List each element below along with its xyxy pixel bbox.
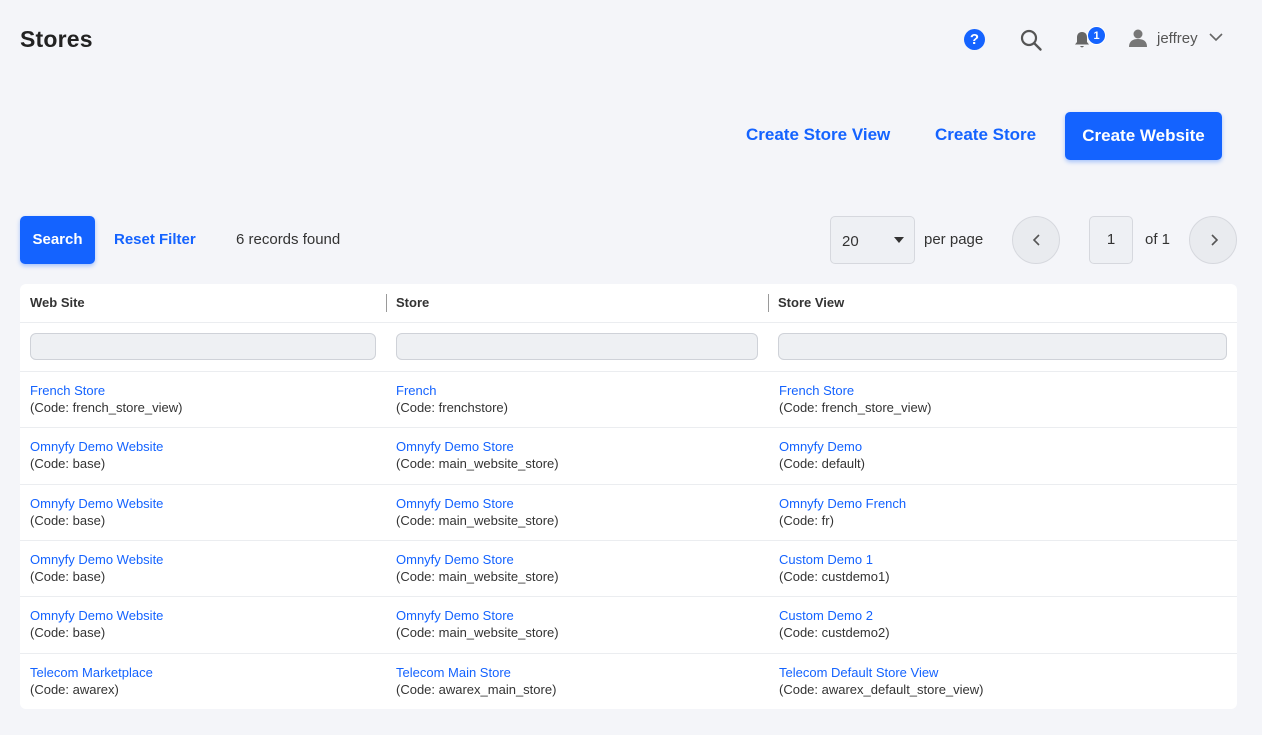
store-link[interactable]: Omnyfy Demo Store xyxy=(396,495,559,512)
store-view-link[interactable]: Omnyfy Demo xyxy=(779,438,865,455)
store-link[interactable]: Omnyfy Demo Store xyxy=(396,438,559,455)
store-view-filter-input[interactable] xyxy=(778,333,1227,360)
store-view-link[interactable]: Omnyfy Demo French xyxy=(779,495,906,512)
notification-badge[interactable]: 1 xyxy=(1087,26,1106,45)
column-divider xyxy=(768,294,769,312)
store-view-code: (Code: awarex_default_store_view) xyxy=(779,682,984,697)
website-code: (Code: base) xyxy=(30,456,106,471)
search-button[interactable]: Search xyxy=(20,216,95,264)
total-pages-label: of 1 xyxy=(1145,231,1171,248)
store-view-code: (Code: fr) xyxy=(779,513,834,528)
dropdown-caret-icon xyxy=(894,237,904,243)
column-divider xyxy=(386,294,387,312)
row-divider xyxy=(20,322,1237,323)
chevron-left-icon xyxy=(1032,234,1040,246)
store-code: (Code: main_website_store) xyxy=(396,513,559,528)
store-link[interactable]: Omnyfy Demo Store xyxy=(396,551,559,568)
table-row: Omnyfy Demo Website (Code: base) Omnyfy D… xyxy=(20,427,1237,483)
website-code: (Code: base) xyxy=(30,569,106,584)
create-store-button[interactable]: Create Store xyxy=(935,125,1036,145)
column-header-store-view[interactable]: Store View xyxy=(778,295,844,310)
store-link[interactable]: Omnyfy Demo Store xyxy=(396,607,559,624)
store-view-code: (Code: custdemo1) xyxy=(779,569,890,584)
create-store-view-button[interactable]: Create Store View xyxy=(746,125,890,145)
create-website-button[interactable]: Create Website xyxy=(1065,112,1222,160)
table-row: Omnyfy Demo Website (Code: base) Omnyfy D… xyxy=(20,540,1237,596)
website-link[interactable]: French Store xyxy=(30,382,182,399)
table-row: Omnyfy Demo Website (Code: base) Omnyfy D… xyxy=(20,484,1237,540)
store-view-link[interactable]: Telecom Default Store View xyxy=(779,664,984,681)
store-view-link[interactable]: Custom Demo 2 xyxy=(779,607,890,624)
table-row: Telecom Marketplace (Code: awarex) Teleco… xyxy=(20,653,1237,709)
user-name[interactable]: jeffrey xyxy=(1157,30,1198,47)
website-link[interactable]: Omnyfy Demo Website xyxy=(30,495,163,512)
per-page-value: 20 xyxy=(842,233,859,250)
records-found-count: 6 records found xyxy=(236,231,341,248)
store-code: (Code: main_website_store) xyxy=(396,569,559,584)
website-link[interactable]: Telecom Marketplace xyxy=(30,664,153,681)
reset-filter-button[interactable]: Reset Filter xyxy=(114,231,196,248)
website-code: (Code: french_store_view) xyxy=(30,400,183,415)
per-page-label: per page xyxy=(924,231,984,248)
stores-grid: Web Site Store Store View French Store (C… xyxy=(20,284,1237,709)
store-view-code: (Code: default) xyxy=(779,456,865,471)
website-link[interactable]: Omnyfy Demo Website xyxy=(30,607,163,624)
store-filter-input[interactable] xyxy=(396,333,758,360)
website-link[interactable]: Omnyfy Demo Website xyxy=(30,551,163,568)
website-filter-input[interactable] xyxy=(30,333,376,360)
store-view-code: (Code: french_store_view) xyxy=(779,400,932,415)
previous-page-button[interactable] xyxy=(1012,216,1060,264)
website-code: (Code: base) xyxy=(30,625,106,640)
store-view-link[interactable]: French Store xyxy=(779,382,931,399)
table-row: Omnyfy Demo Website (Code: base) Omnyfy D… xyxy=(20,596,1237,652)
store-view-link[interactable]: Custom Demo 1 xyxy=(779,551,890,568)
website-code: (Code: base) xyxy=(30,513,106,528)
website-code: (Code: awarex) xyxy=(30,682,119,697)
user-icon[interactable] xyxy=(1128,28,1148,48)
store-code: (Code: main_website_store) xyxy=(396,625,559,640)
store-code: (Code: awarex_main_store) xyxy=(396,682,557,697)
store-link[interactable]: Telecom Main Store xyxy=(396,664,556,681)
page-title: Stores xyxy=(20,26,93,52)
search-icon[interactable] xyxy=(1019,28,1043,52)
store-link[interactable]: French xyxy=(396,382,508,399)
next-page-button[interactable] xyxy=(1189,216,1237,264)
column-header-store[interactable]: Store xyxy=(396,295,429,310)
per-page-select[interactable]: 20 xyxy=(830,216,915,264)
store-view-code: (Code: custdemo2) xyxy=(779,625,890,640)
table-row: French Store (Code: french_store_view) Fr… xyxy=(20,371,1237,427)
page-number-input[interactable]: 1 xyxy=(1089,216,1133,264)
help-icon[interactable]: ? xyxy=(964,29,985,50)
chevron-right-icon xyxy=(1211,234,1219,246)
column-header-website[interactable]: Web Site xyxy=(30,295,85,310)
website-link[interactable]: Omnyfy Demo Website xyxy=(30,438,163,455)
store-code: (Code: main_website_store) xyxy=(396,456,559,471)
chevron-down-icon[interactable] xyxy=(1209,32,1223,42)
store-code: (Code: frenchstore) xyxy=(396,400,508,415)
